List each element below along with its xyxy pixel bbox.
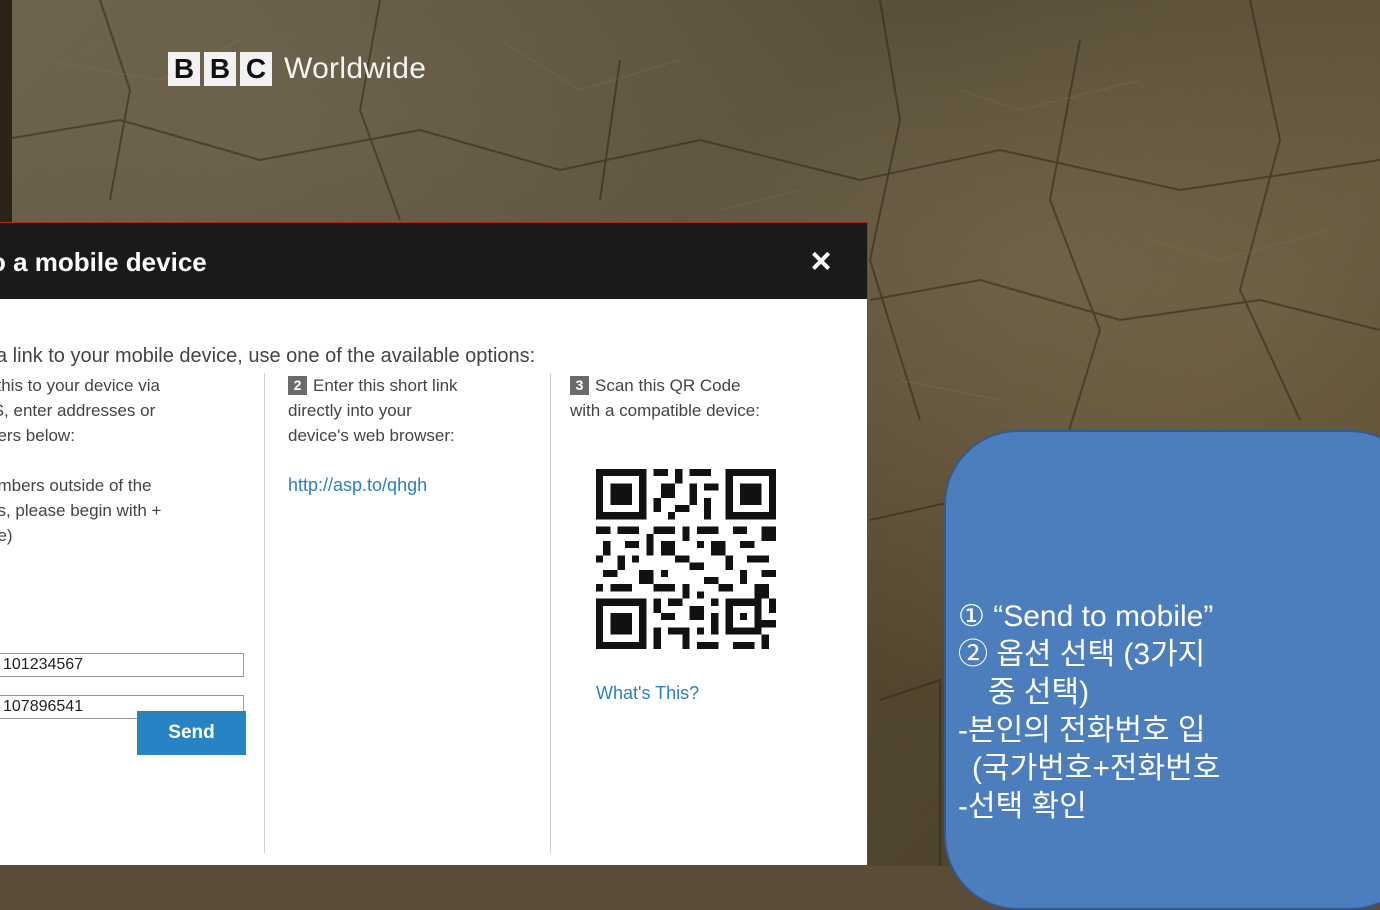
option-sms-email: l this to your device via IS, enter addr… [0, 373, 243, 548]
send-button[interactable]: Send [137, 711, 246, 755]
qr-line-1: Scan this QR Code [595, 376, 741, 395]
sms-line-3: bers below: [0, 426, 75, 445]
logo-box-b2: B [204, 52, 236, 86]
callout-text: ① “Send to mobile” ② 옵션 선택 (3가지 중 선택) -본… [958, 598, 1220, 826]
dialog-intro-text: a link to your mobile device, use one of… [0, 345, 536, 367]
sms-note: umbers outside of the es, please begin w… [0, 473, 243, 548]
column-divider-2 [550, 373, 551, 853]
qr-line-2: with a compatible device: [570, 401, 760, 420]
note-line-3: de) [0, 526, 13, 545]
callout-line-6: -선택 확인 [958, 790, 1087, 823]
callout-line-3: 중 선택) [988, 676, 1090, 709]
left-edge-shadow [0, 0, 12, 230]
step-number-2: 2 [288, 376, 307, 395]
callout-line-1: ① “Send to mobile” [958, 600, 1214, 633]
short-link-instructions: 2 Enter this short link directly into you… [288, 373, 538, 448]
sms-instructions: l this to your device via IS, enter addr… [0, 373, 243, 448]
sms-line-2: IS, enter addresses or [0, 401, 156, 420]
bbc-worldwide-logo: B B C Worldwide [168, 52, 426, 86]
logo-box-b1: B [168, 52, 200, 86]
whats-this-link[interactable]: What's This? [596, 683, 699, 704]
dialog-title: o a mobile device [0, 247, 207, 277]
callout-line-4: -본인의 전화번호 입 [958, 714, 1206, 747]
phone-number-input-1[interactable] [0, 653, 244, 677]
short-link-line-3: device's web browser: [288, 426, 455, 445]
send-to-mobile-dialog: o a mobile device × a link to your mobil… [0, 222, 868, 866]
callout-line-5: (국가번호+전화번호 [972, 752, 1221, 785]
short-link-line-1: Enter this short link [313, 376, 458, 395]
qr-instructions: 3 Scan this QR Code with a compatible dev… [570, 373, 830, 423]
column-divider-1 [264, 373, 265, 853]
callout-line-2: ② 옵션 선택 (3가지 [958, 638, 1206, 671]
note-line-1: umbers outside of the [0, 476, 152, 495]
note-line-2: es, please begin with + [0, 501, 162, 520]
logo-wordmark: Worldwide [284, 52, 427, 85]
logo-box-c: C [240, 52, 272, 86]
sms-line-1: l this to your device via [0, 376, 160, 395]
close-icon[interactable]: × [803, 243, 839, 279]
option-qr-code: 3 Scan this QR Code with a compatible dev… [570, 373, 830, 423]
qr-code-image [596, 469, 776, 649]
short-link[interactable]: http://asp.to/qhgh [288, 475, 427, 495]
instruction-callout: ① “Send to mobile” ② 옵션 선택 (3가지 중 선택) -본… [944, 430, 1380, 910]
short-link-line-2: directly into your [288, 401, 412, 420]
step-number-3: 3 [570, 376, 589, 395]
option-short-link: 2 Enter this short link directly into you… [288, 373, 538, 498]
dialog-header: o a mobile device × [0, 223, 867, 299]
